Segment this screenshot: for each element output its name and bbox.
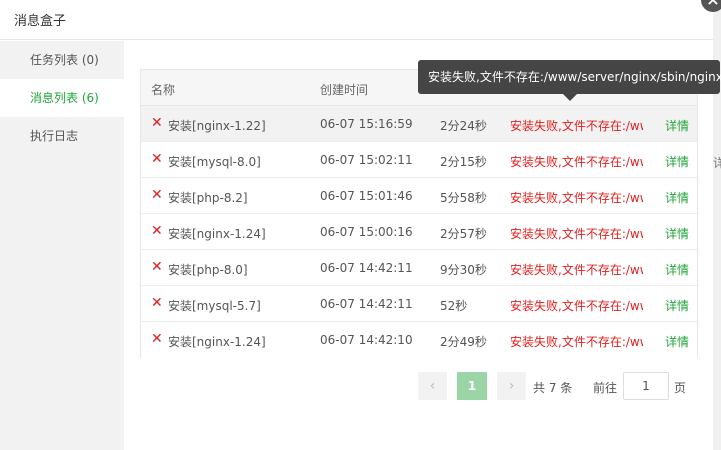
detail-link[interactable]: 详情 xyxy=(665,189,689,206)
duration: 2分57秒 xyxy=(440,227,487,241)
created-time: 06-07 15:01:46 xyxy=(320,189,413,203)
error-icon: ✕ xyxy=(151,295,163,311)
error-message[interactable]: 安装失败,文件不存在:/www/server/nginx/sbin/nginx xyxy=(510,225,643,242)
task-name: 安装[mysql-8.0] xyxy=(168,155,261,169)
detail-link[interactable]: 详情 xyxy=(665,297,689,314)
error-message[interactable]: 安装失败,文件不存在:/www/server/nginx/sbin/nginx xyxy=(510,189,643,206)
task-name: 安装[mysql-5.7] xyxy=(168,299,261,313)
total-count: 共 7 条 xyxy=(533,381,573,395)
tooltip-text: 安装失败,文件不存在:/www/server/nginx/sbin/nginx xyxy=(428,70,721,84)
dialog-title: 消息盒子 xyxy=(14,14,67,29)
sidebar-item-logs[interactable]: 执行日志 xyxy=(0,117,124,155)
goto-label: 前往 xyxy=(593,381,618,395)
duration: 9分30秒 xyxy=(440,263,487,277)
task-name: 安装[nginx-1.24] xyxy=(168,227,266,241)
error-tooltip: 安装失败,文件不存在:/www/server/nginx/sbin/nginx xyxy=(418,60,721,101)
error-icon: ✕ xyxy=(151,187,163,203)
table-row: ✕ 安装[nginx-1.22] 06-07 15:16:59 2分24秒 安装… xyxy=(141,106,697,142)
sidebar-item-tasks[interactable]: 任务列表 (0) xyxy=(0,41,124,79)
pagination: ‹ 1 › 共 7 条 前往 1 页 xyxy=(418,372,708,402)
detail-link[interactable]: 详情 xyxy=(665,333,689,350)
column-header-created-time: 创建时间 xyxy=(320,83,369,97)
task-name: 安装[php-8.0] xyxy=(168,263,248,277)
table-row: ✕ 安装[mysql-5.7] 06-07 14:42:11 52秒 安装失败,… xyxy=(141,286,697,322)
task-name: 安装[nginx-1.22] xyxy=(168,119,266,133)
background-text-fragment: 详 xyxy=(713,156,721,170)
table-row: ✕ 安装[mysql-8.0] 06-07 15:02:11 2分15秒 安装失… xyxy=(141,142,697,178)
error-icon: ✕ xyxy=(151,115,163,131)
detail-link[interactable]: 详情 xyxy=(665,153,689,170)
dialog-header: 消息盒子 xyxy=(0,0,713,40)
created-time: 06-07 14:42:11 xyxy=(320,297,413,311)
created-time: 06-07 15:00:16 xyxy=(320,225,413,239)
error-icon: ✕ xyxy=(151,223,163,239)
current-page-button[interactable]: 1 xyxy=(457,372,487,400)
error-message[interactable]: 安装失败,文件不存在:/www/server/nginx/sbin/nginx xyxy=(510,117,643,134)
next-page-button[interactable]: › xyxy=(497,372,526,400)
message-table: 名称 创建时间 ✕ 安装[nginx-1.22] 06-07 15:16:59 … xyxy=(140,69,698,358)
error-icon: ✕ xyxy=(151,151,163,167)
duration: 2分24秒 xyxy=(440,119,487,133)
task-name: 安装[php-8.2] xyxy=(168,191,248,205)
tooltip-arrow xyxy=(563,94,577,101)
error-message[interactable]: 安装失败,文件不存在:/www/server/nginx/sbin/nginx xyxy=(510,153,643,170)
column-header-name: 名称 xyxy=(151,83,176,97)
error-message[interactable]: 安装失败,文件不存在:/www/server/nginx/sbin/nginx xyxy=(510,261,643,278)
error-message[interactable]: 安装失败,文件不存在:/www/server/nginx/sbin/nginx xyxy=(510,333,643,350)
table-row: ✕ 安装[nginx-1.24] 06-07 15:00:16 2分57秒 安装… xyxy=(141,214,697,250)
duration: 5分58秒 xyxy=(440,191,487,205)
duration: 2分49秒 xyxy=(440,335,487,349)
detail-link[interactable]: 详情 xyxy=(665,261,689,278)
error-message[interactable]: 安装失败,文件不存在:/www/server/nginx/sbin/nginx xyxy=(510,297,643,314)
table-row: ✕ 安装[php-8.2] 06-07 15:01:46 5分58秒 安装失败,… xyxy=(141,178,697,214)
duration: 2分15秒 xyxy=(440,155,487,169)
prev-page-button[interactable]: ‹ xyxy=(418,372,447,400)
created-time: 06-07 14:42:10 xyxy=(320,333,413,347)
detail-link[interactable]: 详情 xyxy=(665,117,689,134)
table-row: ✕ 安装[php-8.0] 06-07 14:42:11 9分30秒 安装失败,… xyxy=(141,250,697,286)
table-row: ✕ 安装[nginx-1.24] 06-07 14:42:10 2分49秒 安装… xyxy=(141,322,697,358)
detail-link[interactable]: 详情 xyxy=(665,225,689,242)
goto-page-input[interactable]: 1 xyxy=(623,372,669,400)
sidebar: 任务列表 (0) 消息列表 (6) 执行日志 xyxy=(0,41,124,450)
error-icon: ✕ xyxy=(151,259,163,275)
duration: 52秒 xyxy=(440,299,468,313)
created-time: 06-07 15:02:11 xyxy=(320,153,413,167)
page-suffix: 页 xyxy=(674,381,687,395)
error-icon: ✕ xyxy=(151,331,163,347)
created-time: 06-07 14:42:11 xyxy=(320,261,413,275)
created-time: 06-07 15:16:59 xyxy=(320,117,413,131)
task-name: 安装[nginx-1.24] xyxy=(168,335,266,349)
sidebar-item-messages[interactable]: 消息列表 (6) xyxy=(0,79,124,117)
